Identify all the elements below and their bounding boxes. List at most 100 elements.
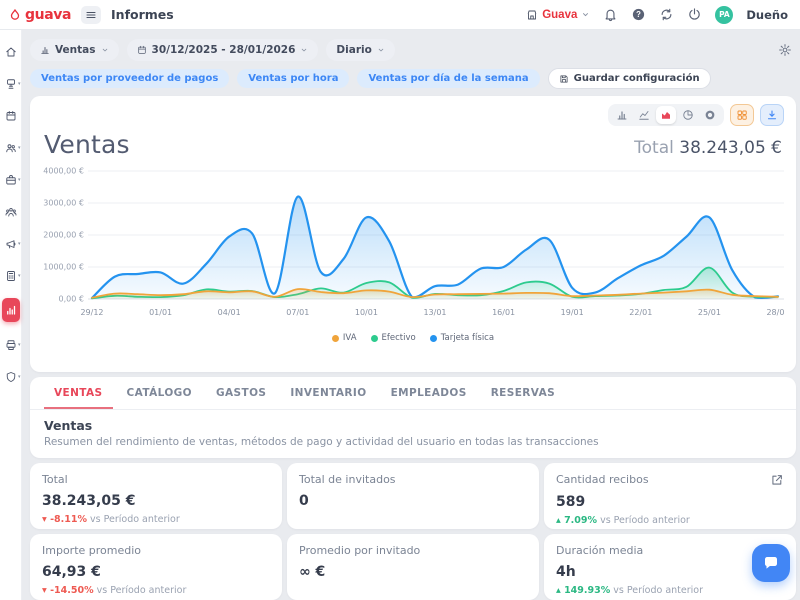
sidebar-item-accounting[interactable]: ▾ [0, 266, 22, 285]
svg-text:19/01: 19/01 [561, 308, 584, 317]
chevron-down-icon: ▾ [18, 375, 21, 380]
sidebar-item-devices[interactable]: ▾ [0, 335, 22, 354]
filter-chip-2[interactable]: Ventas por día de la semana [357, 69, 539, 88]
sidebar-item-pos[interactable]: ▾ [0, 74, 22, 93]
chevron-down-icon [377, 46, 385, 54]
open-detail-button[interactable] [770, 473, 784, 487]
chart-type-area-button[interactable] [656, 106, 676, 124]
stat-card-total: Total38.243,05 €▾ -8.11% vs Período ante… [30, 463, 282, 529]
refresh-button[interactable] [659, 7, 674, 22]
external-link-icon [770, 473, 784, 487]
chart-type-pie-button[interactable] [678, 106, 698, 124]
donut-chart-icon [704, 109, 716, 121]
tab-inventario[interactable]: INVENTARIO [280, 377, 376, 409]
tab-reservas[interactable]: RESERVAS [481, 377, 565, 409]
download-button[interactable] [760, 104, 784, 126]
chevron-down-icon: ▾ [18, 242, 21, 247]
guava-logo[interactable]: guava [8, 7, 71, 23]
menu-toggle-button[interactable] [81, 6, 101, 24]
stat-value: 4h [556, 564, 784, 580]
chevron-down-icon: ▾ [18, 274, 21, 279]
filter-chip-0[interactable]: Ventas por proveedor de pagos [30, 69, 229, 88]
security-icon [5, 371, 17, 383]
sidebar-item-security[interactable]: ▾ [0, 367, 22, 386]
gear-icon [778, 43, 792, 57]
power-icon [687, 7, 702, 22]
marketing-icon [5, 238, 17, 250]
sales-chart-svg: 0,00 €1000,00 €2000,00 €3000,00 €4000,00… [42, 167, 784, 329]
stat-label: Promedio por invitado [299, 544, 420, 557]
filter-row: Ventas 30/12/2025 - 28/01/2026 Diario [30, 39, 796, 61]
save-configuration-button[interactable]: Guardar configuración [548, 68, 711, 89]
tab-ventas[interactable]: VENTAS [44, 377, 113, 409]
stat-value: 0 [299, 493, 527, 509]
stat-card-cantidad-recibos: Cantidad recibos589▴ 7.09% vs Período an… [544, 463, 796, 529]
chart-type-donut-button[interactable] [700, 106, 720, 124]
sidebar-item-customers[interactable]: ▾ [0, 138, 22, 157]
filter-chip-1[interactable]: Ventas por hora [237, 69, 349, 88]
legend-dot [371, 335, 378, 342]
stat-value: ∞ € [299, 564, 527, 580]
report-type-value: Ventas [55, 44, 96, 56]
store-name: Guava [542, 9, 577, 21]
notifications-button[interactable] [603, 7, 618, 22]
briefcase-icon [5, 174, 17, 186]
stat-value: 589 [556, 494, 784, 510]
sidebar-item-briefcase[interactable]: ▾ [0, 170, 22, 189]
tiles-icon [736, 109, 748, 121]
chart-type-line-button[interactable] [634, 106, 654, 124]
user-role: Dueño [746, 8, 788, 22]
main-content: Ventas 30/12/2025 - 28/01/2026 Diario Ve… [22, 30, 800, 600]
stat-card-promedio-invitado: Promedio por invitado ∞ € [287, 534, 539, 600]
team-icon [5, 206, 17, 218]
hamburger-icon [85, 9, 97, 21]
store-selector[interactable]: Guava [526, 9, 590, 21]
home-icon [5, 46, 17, 58]
svg-text:04/01: 04/01 [218, 308, 241, 317]
legend-item: IVA [332, 333, 357, 343]
granularity-select[interactable]: Diario [326, 39, 394, 61]
sidebar-item-reports[interactable] [2, 298, 20, 322]
calendar-icon [137, 45, 147, 55]
widgets-button[interactable] [730, 104, 754, 126]
chart-type-bar-button[interactable] [612, 106, 632, 124]
svg-text:3000,00 €: 3000,00 € [43, 199, 84, 208]
stat-label: Importe promedio [42, 544, 141, 557]
help-button[interactable]: ? [631, 7, 646, 22]
chat-button[interactable] [752, 544, 790, 582]
legend-item: Tarjeta física [430, 333, 494, 343]
line-chart-icon [638, 109, 650, 121]
avatar[interactable]: PA [715, 6, 733, 24]
stat-label: Total [42, 473, 68, 486]
bar-chart-icon [616, 109, 628, 121]
tab-catalogo[interactable]: CATÁLOGO [117, 377, 202, 409]
sidebar-item-calendar[interactable] [0, 106, 22, 125]
sidebar-item-team[interactable] [0, 202, 22, 221]
sidebar: ▾ ▾ ▾ ▾ ▾ ▾ ▾ [0, 30, 22, 600]
sidebar-item-marketing[interactable]: ▾ [0, 234, 22, 253]
download-icon [766, 109, 778, 121]
stat-card-total-invitados: Total de invitados0 [287, 463, 539, 529]
stat-label: Cantidad recibos [556, 473, 649, 486]
svg-text:1000,00 €: 1000,00 € [43, 263, 84, 272]
settings-button[interactable] [778, 43, 792, 57]
chart-toolbar [608, 104, 784, 126]
chevron-down-icon: ▾ [18, 82, 21, 87]
stat-value: 64,93 € [42, 564, 270, 580]
chart-bar-icon [40, 45, 50, 55]
page-title: Informes [111, 7, 174, 22]
svg-text:25/01: 25/01 [698, 308, 721, 317]
sidebar-item-home[interactable] [0, 42, 22, 61]
tab-gastos[interactable]: GASTOS [206, 377, 276, 409]
refresh-icon [659, 7, 674, 22]
pie-chart-icon [682, 109, 694, 121]
stat-value: 38.243,05 € [42, 493, 270, 509]
chart-total-label: Total [634, 138, 674, 158]
report-type-select[interactable]: Ventas [30, 39, 119, 61]
store-icon [526, 9, 538, 21]
logout-button[interactable] [687, 7, 702, 22]
tab-empleados[interactable]: EMPLEADOS [381, 377, 477, 409]
reports-icon [5, 304, 17, 316]
date-range-picker[interactable]: 30/12/2025 - 28/01/2026 [127, 39, 319, 61]
guava-droplet-icon [8, 8, 22, 22]
